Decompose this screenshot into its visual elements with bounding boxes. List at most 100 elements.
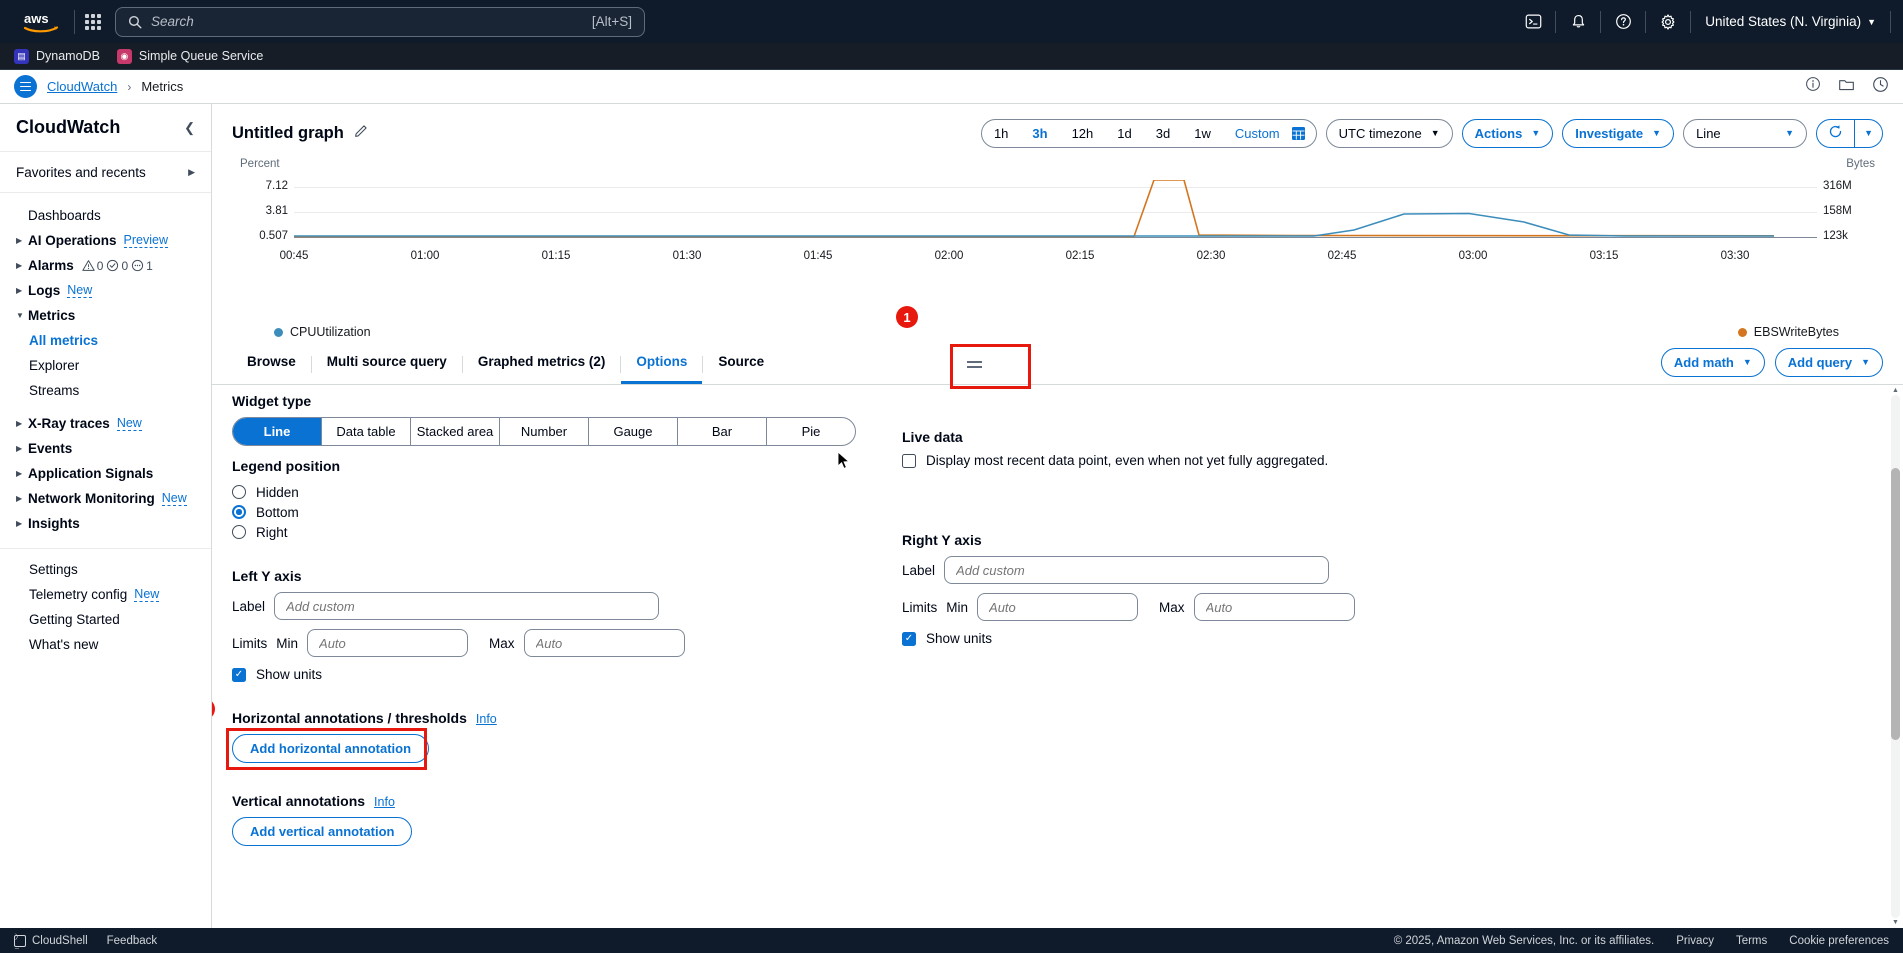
add-vertical-annotation-button[interactable]: Add vertical annotation <box>232 817 412 846</box>
chevron-right-icon[interactable]: ▶ <box>16 494 28 503</box>
time-range-1w[interactable]: 1w <box>1182 120 1223 147</box>
timezone-dropdown[interactable]: UTC timezone ▼ <box>1326 119 1453 148</box>
sidebar-item-logs[interactable]: ▶ Logs New <box>0 278 211 303</box>
chevron-right-icon[interactable]: ▶ <box>16 469 28 478</box>
scroll-down-arrow-icon[interactable]: ▼ <box>1891 919 1900 926</box>
tab-browse[interactable]: Browse <box>232 342 311 384</box>
sidebar-item-ai-operations[interactable]: ▶ AI Operations Preview <box>0 228 211 253</box>
privacy-link[interactable]: Privacy <box>1676 935 1714 947</box>
chevron-right-icon[interactable]: ▶ <box>16 236 28 245</box>
time-range-3h[interactable]: 3h <box>1020 120 1059 147</box>
legend-option-right[interactable]: Right <box>232 522 892 542</box>
legend-option-hidden[interactable]: Hidden <box>232 482 892 502</box>
left-axis-min-input[interactable] <box>307 629 468 657</box>
time-range-1h[interactable]: 1h <box>982 120 1020 147</box>
legend-item-cpuutilization[interactable]: CPUUtilization <box>274 325 371 339</box>
settings-gear-icon[interactable] <box>1646 0 1690 43</box>
time-range-3d[interactable]: 3d <box>1144 120 1182 147</box>
refresh-options-chevron-down-icon[interactable]: ▼ <box>1855 128 1882 138</box>
folder-icon[interactable] <box>1838 76 1855 98</box>
scrollbar-thumb[interactable] <box>1891 468 1900 740</box>
sidebar-item-alarms[interactable]: ▶ Alarms 0 0 1 <box>0 253 211 278</box>
chevron-right-icon[interactable]: ▶ <box>16 261 28 270</box>
drag-handle-icon[interactable] <box>967 361 982 368</box>
calendar-icon[interactable] <box>1292 127 1305 140</box>
favorite-item-dynamodb[interactable]: ▤ DynamoDB <box>14 49 100 64</box>
right-axis-min-input[interactable] <box>977 593 1138 621</box>
tab-multi-source-query[interactable]: Multi source query <box>312 342 462 384</box>
chevron-right-icon[interactable]: ▶ <box>16 286 28 295</box>
options-panel-scrollbar[interactable]: ▲ ▼ <box>1891 395 1900 918</box>
vertical-annotations-info-link[interactable]: Info <box>374 795 395 809</box>
legend-item-ebswritebytes[interactable]: EBSWriteBytes <box>1738 325 1839 339</box>
sidebar-toggle-button[interactable] <box>14 75 37 98</box>
cloudshell-icon[interactable] <box>1511 0 1555 43</box>
tab-source[interactable]: Source <box>703 342 779 384</box>
sidebar-item-xray-traces[interactable]: ▶ X-Ray traces New <box>0 411 211 436</box>
right-axis-label-input[interactable] <box>944 556 1329 584</box>
widget-type-line[interactable]: Line <box>233 418 322 445</box>
horizontal-annotations-info-link[interactable]: Info <box>476 712 497 726</box>
investigate-dropdown[interactable]: Investigate ▼ <box>1562 119 1674 148</box>
sidebar-item-network-monitoring[interactable]: ▶ Network Monitoring New <box>0 486 211 511</box>
aws-logo[interactable]: aws <box>18 8 64 36</box>
radio-button[interactable] <box>232 525 246 539</box>
widget-type-data-table[interactable]: Data table <box>322 418 411 445</box>
add-horizontal-annotation-button[interactable]: Add horizontal annotation <box>232 734 429 763</box>
left-axis-show-units-row[interactable]: ✓ Show units <box>232 667 892 682</box>
left-axis-label-input[interactable] <box>274 592 659 620</box>
radio-button[interactable] <box>232 505 246 519</box>
live-data-row[interactable]: Display most recent data point, even whe… <box>902 453 1883 468</box>
region-selector[interactable]: United States (N. Virginia) ▼ <box>1691 14 1890 29</box>
chevron-left-icon[interactable]: ❮ <box>184 120 195 136</box>
left-axis-max-input[interactable] <box>524 629 685 657</box>
time-range-1d[interactable]: 1d <box>1105 120 1143 147</box>
sidebar-item-explorer[interactable]: Explorer <box>0 353 211 378</box>
tab-options[interactable]: Options <box>621 342 702 384</box>
actions-dropdown[interactable]: Actions ▼ <box>1462 119 1554 148</box>
widget-type-stacked-area[interactable]: Stacked area <box>411 418 500 445</box>
sidebar-item-all-metrics[interactable]: All metrics <box>0 328 211 353</box>
time-range-custom[interactable]: Custom <box>1223 120 1292 147</box>
checkbox[interactable] <box>902 454 916 468</box>
chevron-right-icon[interactable]: ▶ <box>16 519 28 528</box>
right-axis-show-units-row[interactable]: ✓ Show units <box>902 631 1883 646</box>
breadcrumb-cloudwatch[interactable]: CloudWatch <box>47 79 117 94</box>
chevron-down-icon[interactable]: ▼ <box>16 311 28 320</box>
sidebar-item-telemetry-config[interactable]: Telemetry config New <box>0 582 211 607</box>
apps-grid-icon[interactable] <box>85 14 101 30</box>
cloudshell-launch-button[interactable]: 〉_ CloudShell <box>14 935 88 947</box>
widget-type-pie[interactable]: Pie <box>767 418 855 445</box>
sidebar-item-insights[interactable]: ▶ Insights <box>0 511 211 536</box>
help-icon[interactable] <box>1601 0 1645 43</box>
widget-type-number[interactable]: Number <box>500 418 589 445</box>
sidebar-item-events[interactable]: ▶ Events <box>0 436 211 461</box>
add-query-dropdown[interactable]: Add query ▼ <box>1775 348 1883 377</box>
cookie-preferences-link[interactable]: Cookie preferences <box>1789 935 1889 947</box>
clock-history-icon[interactable] <box>1872 76 1889 98</box>
checkbox[interactable]: ✓ <box>232 668 246 682</box>
widget-type-dropdown[interactable]: Line ▼ <box>1683 119 1807 148</box>
tab-graphed-metrics[interactable]: Graphed metrics (2) <box>463 342 621 384</box>
time-range-12h[interactable]: 12h <box>1060 120 1106 147</box>
global-search-input[interactable]: Search [Alt+S] <box>115 7 645 37</box>
chevron-right-icon[interactable]: ▶ <box>16 444 28 453</box>
bell-icon[interactable] <box>1556 0 1600 43</box>
widget-type-bar[interactable]: Bar <box>678 418 767 445</box>
chevron-right-icon[interactable]: ▶ <box>16 419 28 428</box>
right-axis-max-input[interactable] <box>1194 593 1355 621</box>
sidebar-item-metrics[interactable]: ▼ Metrics <box>0 303 211 328</box>
terms-link[interactable]: Terms <box>1736 935 1767 947</box>
widget-type-gauge[interactable]: Gauge <box>589 418 678 445</box>
feedback-link[interactable]: Feedback <box>107 935 158 947</box>
sidebar-item-favorites-and-recents[interactable]: Favorites and recents ▶ <box>0 152 211 192</box>
sidebar-item-dashboards[interactable]: Dashboards <box>0 203 211 228</box>
pencil-icon[interactable] <box>354 123 369 143</box>
sidebar-item-whats-new[interactable]: What's new <box>0 632 211 657</box>
radio-button[interactable] <box>232 485 246 499</box>
sidebar-item-application-signals[interactable]: ▶ Application Signals <box>0 461 211 486</box>
sidebar-item-streams[interactable]: Streams <box>0 378 211 403</box>
sidebar-item-settings[interactable]: Settings <box>0 557 211 582</box>
info-icon[interactable] <box>1805 76 1821 97</box>
favorite-item-sqs[interactable]: ◉ Simple Queue Service <box>117 49 263 64</box>
